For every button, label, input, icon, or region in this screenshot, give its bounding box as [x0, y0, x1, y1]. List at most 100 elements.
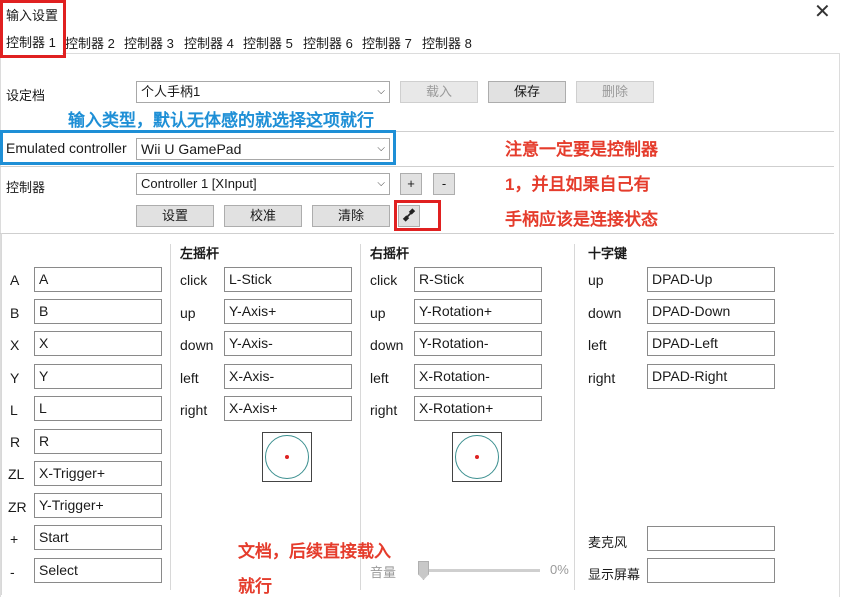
left-stick-label-left: left [180, 370, 199, 386]
profile-combo[interactable]: 个人手柄1 ⌵ [136, 81, 390, 103]
right-stick-down-field[interactable]: Y-Rotation- [414, 331, 542, 356]
highlight-box-tab [0, 0, 66, 58]
left-stick-label-up: up [180, 305, 196, 321]
column-divider-1 [170, 244, 171, 590]
chevron-down-icon: ⌵ [377, 86, 385, 97]
controller-combo[interactable]: Controller 1 [XInput] ⌵ [136, 173, 390, 195]
save-button[interactable]: 保存 [488, 81, 566, 103]
left-stick-label-down: down [180, 337, 214, 353]
volume-value: 0% [550, 562, 569, 577]
button-label-r: R [10, 434, 21, 450]
highlight-box-emulated [0, 130, 396, 165]
annotation-input-type: 输入类型，默认无体感的就选择这项就行 [68, 111, 374, 130]
controller-label: 控制器 [6, 180, 46, 195]
column-divider-3 [574, 244, 575, 590]
separator [0, 233, 834, 234]
button-b-field[interactable]: B [34, 299, 162, 324]
left-stick-preview [262, 432, 312, 482]
button-label-zr: ZR [8, 499, 27, 515]
left-stick-title: 左摇杆 [180, 246, 220, 261]
right-stick-label-left: left [370, 370, 389, 386]
load-button[interactable]: 载入 [400, 81, 478, 103]
dpad-left-field[interactable]: DPAD-Left [647, 331, 775, 356]
left-stick-position-dot [285, 455, 289, 459]
annotation-note-line3: 手柄应该是连接状态 [505, 210, 658, 229]
delete-button[interactable]: 删除 [576, 81, 654, 103]
left-stick-up-field[interactable]: Y-Axis+ [224, 299, 352, 324]
right-stick-label-right: right [370, 402, 398, 418]
volume-slider-track[interactable] [420, 569, 540, 572]
dpad-label-down: down [588, 305, 622, 321]
button-label-x: X [10, 337, 20, 353]
profile-label: 设定档 [6, 88, 46, 103]
clear-button[interactable]: 清除 [312, 205, 390, 227]
setup-button[interactable]: 设置 [136, 205, 214, 227]
button-zl-field[interactable]: X-Trigger+ [34, 461, 162, 486]
left-stick-label-click: click [180, 272, 208, 288]
dpad-right-field[interactable]: DPAD-Right [647, 364, 775, 389]
highlight-box-connection [394, 200, 441, 231]
right-stick-click-field[interactable]: R-Stick [414, 267, 542, 292]
show-screen-label: 显示屏幕 [588, 567, 641, 582]
tab-controller-6[interactable]: 控制器 6 [303, 33, 353, 52]
tab-controller-5[interactable]: 控制器 5 [243, 33, 293, 52]
tab-controller-3[interactable]: 控制器 3 [124, 33, 174, 52]
annotation-doc-line1: 文档，后续直接载入 [238, 542, 391, 561]
button-r-field[interactable]: R [34, 429, 162, 454]
frame-left [1, 233, 2, 595]
right-stick-label-click: click [370, 272, 398, 288]
separator [0, 166, 834, 167]
close-icon[interactable]: ✕ [814, 2, 831, 22]
add-controller-button[interactable]: + [400, 173, 422, 195]
dpad-up-field[interactable]: DPAD-Up [647, 267, 775, 292]
button-label-b: B [10, 305, 20, 321]
annotation-note-line2: 1，并且如果自己有 [505, 175, 651, 194]
right-stick-up-field[interactable]: Y-Rotation+ [414, 299, 542, 324]
dpad-label-left: left [588, 337, 607, 353]
dpad-title: 十字键 [588, 246, 628, 261]
show-screen-field[interactable] [647, 558, 775, 583]
tab-controller-4[interactable]: 控制器 4 [184, 33, 234, 52]
left-stick-click-field[interactable]: L-Stick [224, 267, 352, 292]
remove-controller-button[interactable]: - [433, 173, 455, 195]
dpad-label-up: up [588, 272, 604, 288]
button-label-minus: - [10, 564, 15, 580]
right-stick-right-field[interactable]: X-Rotation+ [414, 396, 542, 421]
button-label-y: Y [10, 370, 20, 386]
annotation-note-line1: 注意一定要是控制器 [505, 140, 658, 159]
tab-controller-7[interactable]: 控制器 7 [362, 33, 412, 52]
button-label-zl: ZL [8, 466, 25, 482]
dpad-label-right: right [588, 370, 616, 386]
profile-value: 个人手柄1 [141, 84, 201, 99]
volume-label: 音量 [370, 565, 397, 580]
right-stick-label-down: down [370, 337, 404, 353]
left-stick-left-field[interactable]: X-Axis- [224, 364, 352, 389]
tab-controller-2[interactable]: 控制器 2 [65, 33, 115, 52]
button-label-plus: + [10, 531, 19, 547]
button-a-field[interactable]: A [34, 267, 162, 292]
controller-value: Controller 1 [XInput] [141, 176, 257, 191]
button-minus-field[interactable]: Select [34, 558, 162, 583]
microphone-field[interactable] [647, 526, 775, 551]
right-stick-position-dot [475, 455, 479, 459]
button-plus-field[interactable]: Start [34, 525, 162, 550]
right-stick-left-field[interactable]: X-Rotation- [414, 364, 542, 389]
button-x-field[interactable]: X [34, 331, 162, 356]
button-l-field[interactable]: L [34, 396, 162, 421]
button-label-l: L [10, 402, 18, 418]
right-stick-preview [452, 432, 502, 482]
annotation-doc-line2: 就行 [238, 577, 272, 596]
left-stick-label-right: right [180, 402, 208, 418]
right-stick-title: 右摇杆 [370, 246, 410, 261]
dpad-down-field[interactable]: DPAD-Down [647, 299, 775, 324]
chevron-down-icon: ⌵ [377, 178, 385, 189]
microphone-label: 麦克风 [588, 535, 628, 550]
right-stick-label-up: up [370, 305, 386, 321]
button-y-field[interactable]: Y [34, 364, 162, 389]
tab-controller-8[interactable]: 控制器 8 [422, 33, 472, 52]
left-stick-right-field[interactable]: X-Axis+ [224, 396, 352, 421]
calibrate-button[interactable]: 校准 [224, 205, 302, 227]
button-zr-field[interactable]: Y-Trigger+ [34, 493, 162, 518]
left-stick-down-field[interactable]: Y-Axis- [224, 331, 352, 356]
button-label-a: A [10, 272, 20, 288]
